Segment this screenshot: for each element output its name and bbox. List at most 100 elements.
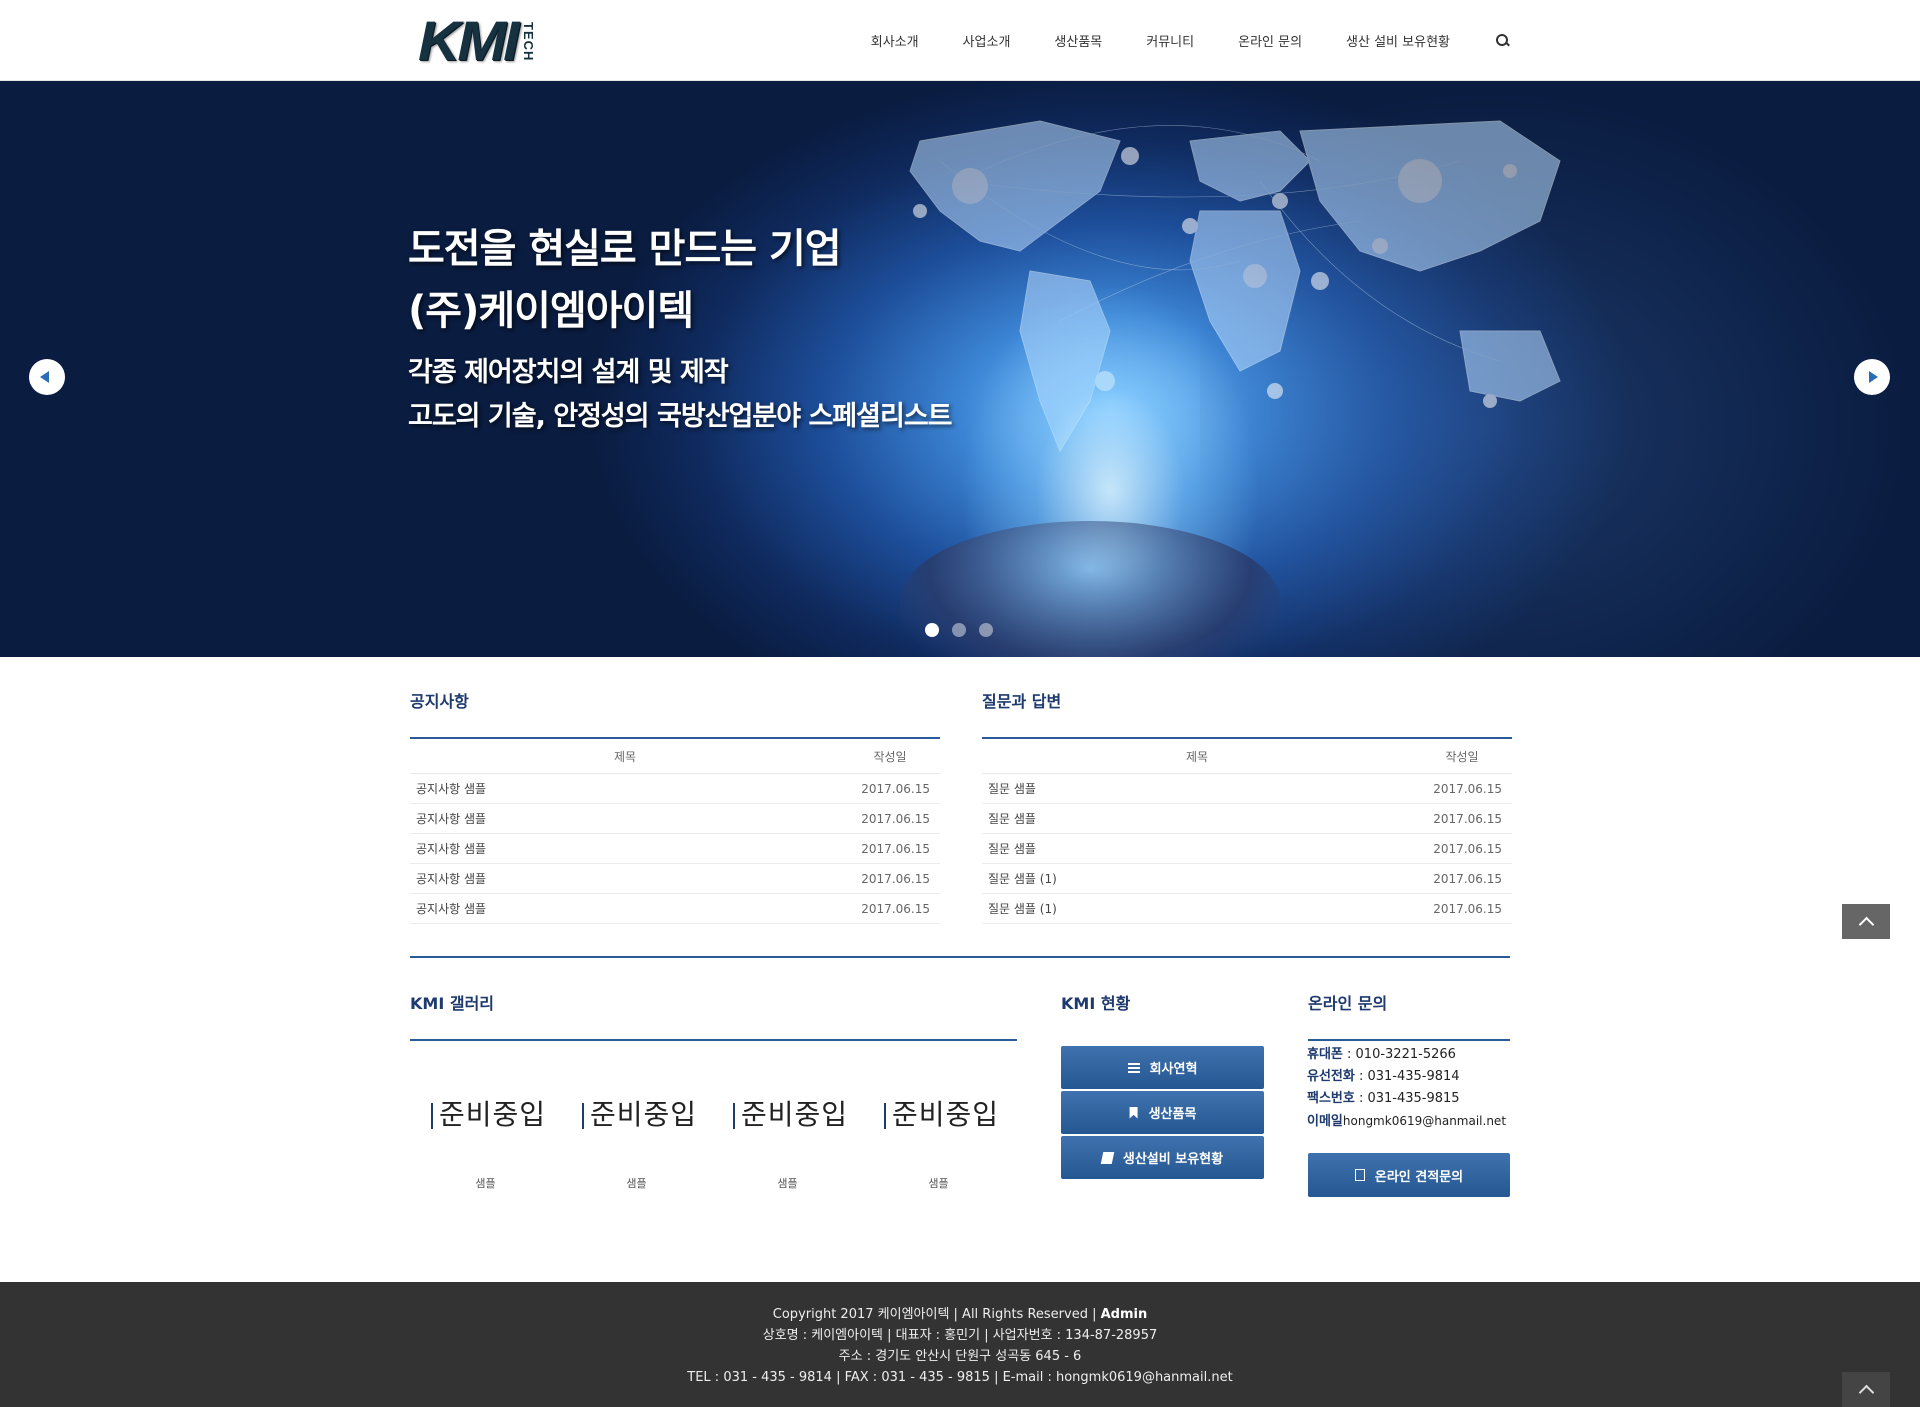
- table-row[interactable]: 공지사항 샘플 2017.06.15: [410, 774, 940, 804]
- status-title: KMI 현황: [1061, 994, 1131, 1013]
- mobile-label: 휴대폰: [1307, 1047, 1343, 1062]
- slider-prev-button[interactable]: [29, 359, 65, 395]
- row-title[interactable]: 공지사항 샘플: [410, 840, 840, 857]
- gallery-item[interactable]: 준비중입 샘플: [561, 1085, 712, 1191]
- column-header-date: 작성일: [1445, 749, 1479, 764]
- gallery-item[interactable]: 준비중입 샘플: [863, 1085, 1014, 1191]
- gallery-caption[interactable]: 샘플: [712, 1175, 863, 1191]
- table-row[interactable]: 질문 샘플 2017.06.15: [982, 804, 1512, 834]
- facilities-button[interactable]: 생산설비 보유현황: [1061, 1136, 1264, 1179]
- footer-contact: TEL : 031 - 435 - 9814 | FAX : 031 - 435…: [687, 1370, 1233, 1385]
- row-date: 2017.06.15: [1433, 871, 1502, 886]
- thumbnail-text: 준비중입: [438, 1098, 547, 1131]
- gallery-item[interactable]: 준비중입 샘플: [410, 1085, 561, 1191]
- site-header: KMI TECH 회사소개 사업소개 생산품목 커뮤니티 온라인 문의 생산 설…: [0, 0, 1920, 81]
- row-title[interactable]: 질문 샘플: [982, 840, 1412, 857]
- nav-item-inquiry[interactable]: 온라인 문의: [1238, 31, 1302, 50]
- slider-pagination: [925, 623, 1006, 637]
- table-row[interactable]: 공지사항 샘플 2017.06.15: [410, 864, 940, 894]
- hero-title: 도전을 현실로 만드는 기업 (주)케이엠아이텍: [408, 218, 842, 342]
- contact-title: 온라인 문의: [1308, 994, 1388, 1013]
- admin-link[interactable]: Admin: [1101, 1307, 1148, 1322]
- slider-dot-3[interactable]: [979, 623, 993, 637]
- table-row[interactable]: 질문 샘플 2017.06.15: [982, 774, 1512, 804]
- slider-dot-2[interactable]: [952, 623, 966, 637]
- table-row[interactable]: 질문 샘플 2017.06.15: [982, 834, 1512, 864]
- facilities-button-label: 생산설비 보유현황: [1122, 1152, 1224, 1167]
- document-icon: [1354, 1169, 1365, 1181]
- thumbnail-text: 준비중입: [589, 1098, 698, 1131]
- table-row[interactable]: 공지사항 샘플 2017.06.15: [410, 834, 940, 864]
- history-button[interactable]: 회사연혁: [1061, 1046, 1264, 1089]
- row-title[interactable]: 질문 샘플: [982, 810, 1412, 827]
- slider-dot-1[interactable]: [925, 623, 939, 637]
- row-date: 2017.06.15: [1433, 811, 1502, 826]
- search-icon[interactable]: [1496, 33, 1510, 48]
- gallery-title[interactable]: KMI 갤러리: [410, 990, 494, 1014]
- back-to-top-button[interactable]: [1842, 904, 1890, 939]
- notice-board: 제목 작성일 공지사항 샘플 2017.06.15 공지사항 샘플 2017.06.…: [410, 737, 940, 924]
- email-value: hongmk0619@hanmail.net: [1342, 1114, 1507, 1128]
- nav-item-products[interactable]: 생산품목: [1054, 31, 1102, 50]
- nav-item-community[interactable]: 커뮤니티: [1146, 31, 1194, 50]
- footer-company-info: 상호명 : 케이엠아이텍 | 대표자 : 홍민기 | 사업자번호 : 134-8…: [762, 1328, 1158, 1343]
- gallery-thumbnail[interactable]: 준비중입: [410, 1085, 561, 1145]
- row-title[interactable]: 질문 샘플: [982, 780, 1412, 797]
- slider-next-button[interactable]: [1854, 359, 1890, 395]
- column-header-date: 작성일: [873, 749, 907, 764]
- thumbnail-text: 준비중입: [740, 1098, 849, 1131]
- row-date: 2017.06.15: [861, 811, 930, 826]
- history-button-label: 회사연혁: [1149, 1062, 1198, 1077]
- gallery-title-underline: [410, 1039, 1017, 1041]
- online-quote-button-label: 온라인 견적문의: [1374, 1169, 1464, 1185]
- row-date: 2017.06.15: [1433, 841, 1502, 856]
- table-row[interactable]: 질문 샘플 (1) 2017.06.15: [982, 894, 1512, 924]
- gallery-thumbnail[interactable]: 준비중입: [561, 1085, 712, 1145]
- contact-phone: 유선전화 : 031-435-9814: [1307, 1066, 1506, 1088]
- qna-title[interactable]: 질문과 답변: [982, 688, 1061, 712]
- nav-item-business[interactable]: 사업소개: [963, 31, 1011, 50]
- column-header-title: 제목: [613, 749, 637, 764]
- nav-item-facilities[interactable]: 생산 설비 보유현황: [1346, 31, 1450, 50]
- products-button[interactable]: 생산품목: [1061, 1091, 1264, 1134]
- list-icon: [1127, 1062, 1140, 1074]
- row-title[interactable]: 질문 샘플 (1): [982, 870, 1412, 887]
- gallery-caption[interactable]: 샘플: [410, 1175, 561, 1191]
- section-divider: [410, 956, 1510, 958]
- row-date: 2017.06.15: [1433, 781, 1502, 796]
- footer-address: 주소 : 경기도 안산시 단원구 성곡동 645 - 6: [838, 1349, 1082, 1364]
- gallery-thumbnail[interactable]: 준비중입: [712, 1085, 863, 1145]
- gallery-caption[interactable]: 샘플: [863, 1175, 1014, 1191]
- main-nav: 회사소개 사업소개 생산품목 커뮤니티 온라인 문의 생산 설비 보유현황: [827, 0, 1510, 81]
- table-row[interactable]: 질문 샘플 (1) 2017.06.15: [982, 864, 1512, 894]
- logo[interactable]: KMI TECH: [418, 9, 558, 72]
- row-title[interactable]: 공지사항 샘플: [410, 780, 840, 797]
- gallery-list: 준비중입 샘플 준비중입 샘플 준비중입 샘플 준비중입 샘플: [410, 1085, 1020, 1191]
- gallery-caption[interactable]: 샘플: [561, 1175, 712, 1191]
- copyright-text: Copyright 2017 케이엠아이텍 | All Rights Reser…: [772, 1307, 1101, 1322]
- row-title[interactable]: 공지사항 샘플: [410, 810, 840, 827]
- book-icon: [1100, 1151, 1115, 1164]
- notice-title[interactable]: 공지사항: [410, 688, 469, 712]
- row-date: 2017.06.15: [1433, 901, 1502, 916]
- table-row[interactable]: 공지사항 샘플 2017.06.15: [410, 894, 940, 924]
- logo-text: KMI: [418, 9, 519, 72]
- mobile-value: : 010-3221-5266: [1342, 1047, 1456, 1062]
- row-date: 2017.06.15: [861, 781, 930, 796]
- fax-label: 팩스번호: [1307, 1091, 1355, 1106]
- gallery-item[interactable]: 준비중입 샘플: [712, 1085, 863, 1191]
- nav-item-company[interactable]: 회사소개: [871, 31, 919, 50]
- online-quote-button[interactable]: 온라인 견적문의: [1308, 1153, 1510, 1197]
- qna-board-header: 제목 작성일: [982, 739, 1512, 774]
- row-date: 2017.06.15: [861, 841, 930, 856]
- row-title[interactable]: 공지사항 샘플: [410, 900, 840, 917]
- footer-copyright: Copyright 2017 케이엠아이텍 | All Rights Reser…: [0, 1304, 1920, 1325]
- row-title[interactable]: 질문 샘플 (1): [982, 900, 1412, 917]
- footer-back-to-top-button[interactable]: [1842, 1372, 1890, 1407]
- table-row[interactable]: 공지사항 샘플 2017.06.15: [410, 804, 940, 834]
- hero-subtitle-line2: 고도의 기술, 안정성의 국방산업분야 스페셜리스트: [408, 401, 952, 432]
- hero-title-line1: 도전을 현실로 만드는 기업: [408, 226, 842, 272]
- gallery-thumbnail[interactable]: 준비중입: [863, 1085, 1014, 1145]
- row-title[interactable]: 공지사항 샘플: [410, 870, 840, 887]
- contact-email: 이메일hongmk0619@hanmail.net: [1307, 1110, 1506, 1133]
